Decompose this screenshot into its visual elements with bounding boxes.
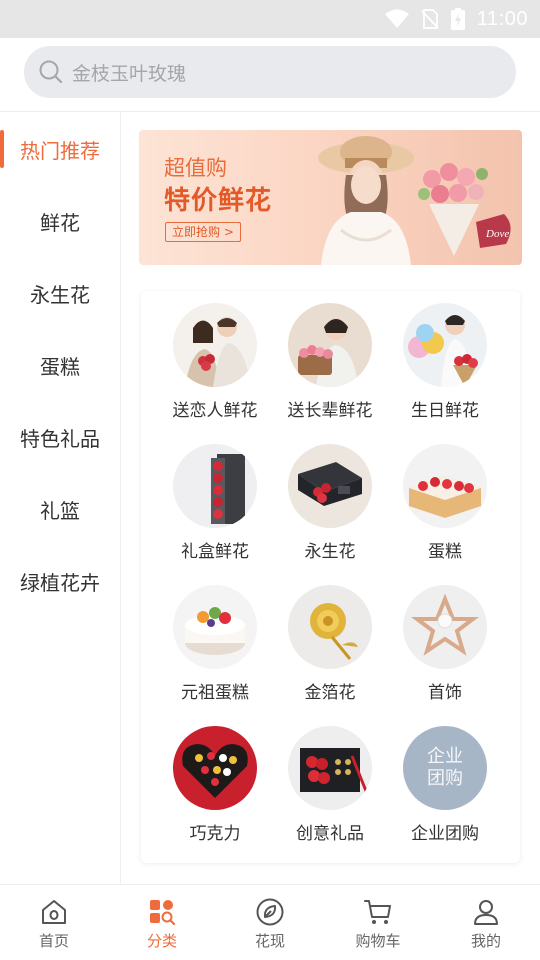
gold-foil-rose-image: [288, 585, 372, 669]
jewelry-image: [403, 585, 487, 669]
sidebar-item-preserved-flowers[interactable]: 永生花: [0, 268, 120, 318]
sidebar-item-plants[interactable]: 绿植花卉: [0, 556, 120, 606]
banner-buy-now-button[interactable]: 立即抢购 >: [165, 222, 241, 242]
sidebar-item-cake[interactable]: 蛋糕: [0, 340, 120, 390]
banner-title: 特价鲜花: [164, 186, 273, 216]
tab-label: 我的: [470, 932, 501, 950]
category-label: 送长辈鲜花: [287, 401, 373, 421]
category-label: 巧克力: [189, 824, 241, 844]
sidebar-item-gift-basket[interactable]: 礼篮: [0, 484, 120, 534]
category-label: 企业团购: [411, 824, 479, 844]
tab-discover[interactable]: 花现: [216, 885, 324, 960]
category-label: 生日鲜花: [411, 401, 479, 421]
category-item-gold-foil-rose[interactable]: 金箔花: [270, 585, 390, 715]
birthday-flowers-image: [403, 303, 487, 387]
search-icon: [39, 60, 63, 84]
couple-flowers-image: [173, 303, 257, 387]
tab-profile[interactable]: 我的: [432, 885, 540, 960]
tab-home[interactable]: 首页: [0, 885, 108, 960]
discover-icon: [256, 898, 284, 926]
preserved-flower-image: [288, 444, 372, 528]
category-item-preserved-flower[interactable]: 永生花: [270, 444, 390, 574]
banner-brand-text: Dove: [485, 228, 509, 240]
sidebar-item-special-gifts[interactable]: 特色礼品: [0, 412, 120, 462]
search-header: 金枝玉叶玫瑰: [0, 38, 540, 112]
category-item-birthday-flowers[interactable]: 生日鲜花: [385, 303, 505, 433]
tab-category[interactable]: 分类: [108, 885, 216, 960]
creative-gift-image: [288, 726, 372, 810]
category-label: 创意礼品: [296, 824, 364, 844]
category-item-couple-flowers[interactable]: 送恋人鲜花: [155, 303, 275, 433]
home-icon: [42, 900, 66, 924]
profile-icon: [474, 900, 498, 925]
category-item-fruit-cake[interactable]: 元祖蛋糕: [155, 585, 275, 715]
sidebar-item-hot[interactable]: 热门推荐: [0, 124, 120, 174]
banner-bouquet-image: Dove: [418, 163, 511, 256]
chocolate-image: [173, 726, 257, 810]
cart-icon: [364, 900, 391, 924]
bottom-tab-bar: 首页 分类 花现 购物车 我的: [0, 884, 540, 960]
cake-image: [403, 444, 487, 528]
banner-subtitle: 超值购: [164, 156, 227, 180]
category-sidebar: 热门推荐 鲜花 永生花 蛋糕 特色礼品 礼篮 绿植花卉: [0, 112, 121, 884]
tab-label: 花现: [254, 932, 285, 950]
category-item-creative-gift[interactable]: 创意礼品: [270, 726, 390, 856]
search-placeholder: 金枝玉叶玫瑰: [72, 62, 187, 85]
promo-banner[interactable]: 超值购 特价鲜花 立即抢购 > Dove: [139, 130, 522, 265]
tab-label: 首页: [38, 932, 69, 950]
fruit-cake-image: [173, 585, 257, 669]
category-label: 蛋糕: [428, 542, 462, 562]
category-grid: 送恋人鲜花 送长辈鲜花 生日鲜花 礼盒鲜花 永生花 蛋糕 元祖蛋糕 金箔花 首饰…: [141, 291, 520, 863]
wifi-icon: [384, 9, 409, 28]
category-label: 金箔花: [304, 683, 356, 703]
category-label: 礼盒鲜花: [181, 542, 249, 562]
category-label: 送恋人鲜花: [172, 401, 258, 421]
category-item-enterprise-group-buy[interactable]: 企业团购 企业团购: [385, 726, 505, 856]
search-input[interactable]: 金枝玉叶玫瑰: [24, 46, 516, 98]
sidebar-item-flowers[interactable]: 鲜花: [0, 196, 120, 246]
category-item-elder-flowers[interactable]: 送长辈鲜花: [270, 303, 390, 433]
category-item-cake[interactable]: 蛋糕: [385, 444, 505, 574]
tab-label: 购物车: [355, 932, 401, 950]
status-time: 11:00: [476, 7, 528, 30]
tab-label: 分类: [146, 932, 177, 950]
category-icon: [150, 900, 176, 926]
no-sim-icon: [421, 9, 439, 29]
category-item-chocolate[interactable]: 巧克力: [155, 726, 275, 856]
elder-flowers-image: [288, 303, 372, 387]
category-item-giftbox-flowers[interactable]: 礼盒鲜花: [155, 444, 275, 574]
category-label: 永生花: [304, 542, 356, 562]
category-item-jewelry[interactable]: 首饰: [385, 585, 505, 715]
category-label: 首饰: [428, 683, 462, 703]
giftbox-flowers-image: [173, 444, 257, 528]
tab-cart[interactable]: 购物车: [324, 885, 432, 960]
status-bar: 11:00: [0, 0, 540, 38]
enterprise-group-buy-image: 企业团购: [403, 726, 487, 810]
enterprise-badge-text: 企业团购: [427, 746, 463, 789]
category-label: 元祖蛋糕: [181, 683, 249, 703]
battery-charging-icon: [450, 8, 465, 30]
